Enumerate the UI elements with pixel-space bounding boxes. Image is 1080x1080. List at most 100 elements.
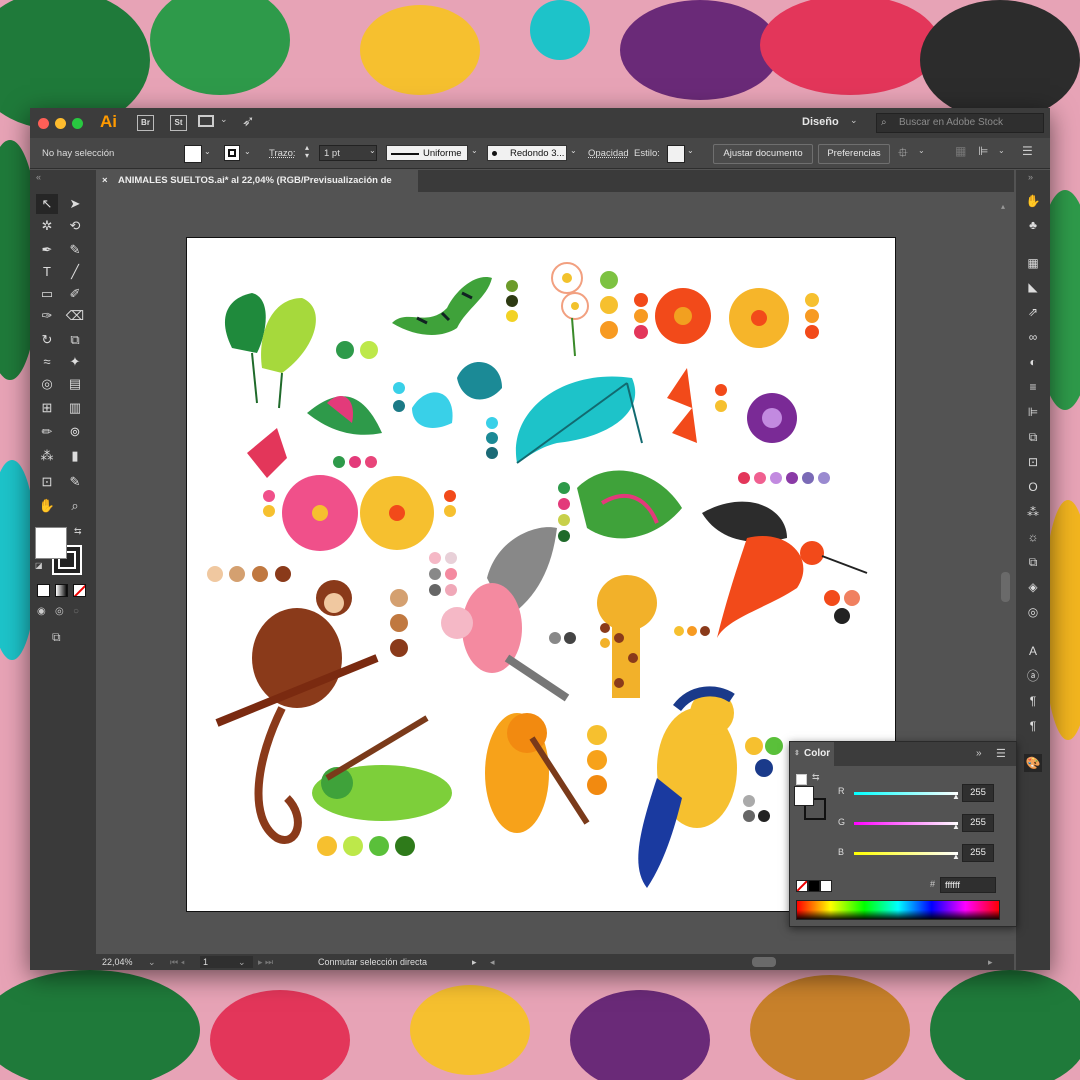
adjust-document-button[interactable]: Ajustar documento	[713, 144, 813, 164]
magic-wand-icon[interactable]: ✲	[36, 216, 58, 236]
stroke-swatch[interactable]	[224, 145, 240, 161]
scale-icon[interactable]: ⧉	[64, 330, 86, 350]
expand-panels-icon[interactable]: »	[1028, 172, 1033, 182]
paragraph-styles-icon[interactable]: ¶	[1024, 717, 1042, 735]
maximize-window-button[interactable]	[72, 118, 83, 129]
zoom-icon[interactable]: ⌕	[64, 496, 86, 516]
export-icon[interactable]: ⇗	[1024, 303, 1042, 321]
rectangle-icon[interactable]: ▭	[36, 284, 58, 304]
stroke-panel-icon[interactable]: ≡	[1024, 378, 1042, 396]
align-icon[interactable]: ⊫	[1024, 403, 1042, 421]
column-graph-icon[interactable]: ▮	[64, 446, 86, 466]
paragraph-icon[interactable]: ¶	[1024, 692, 1042, 710]
preferences-button[interactable]: Preferencias	[818, 144, 890, 164]
fill-color-swatch[interactable]	[794, 786, 814, 806]
glyphs-icon[interactable]: ⓐ	[1024, 667, 1042, 685]
chevron-down-icon[interactable]: ⌄	[244, 147, 251, 156]
lasso-icon[interactable]: ⟲	[64, 216, 86, 236]
chevron-down-icon[interactable]: ⌄	[369, 146, 376, 155]
chevron-down-icon[interactable]: ⌄	[998, 146, 1005, 155]
hand-icon[interactable]: ✋	[36, 496, 58, 516]
last-artboard-icon[interactable]: ▸ ⏭	[258, 954, 273, 970]
swatches-icon[interactable]: ▦	[1024, 254, 1042, 272]
curvature-icon[interactable]: ✎	[64, 240, 86, 260]
fill-swatch[interactable]	[184, 145, 202, 163]
stroke-label[interactable]: Trazo:	[269, 148, 296, 159]
shape-builder-icon[interactable]: ◎	[36, 374, 58, 394]
gradient-mode-icon[interactable]	[55, 584, 68, 597]
direct-selection-icon[interactable]: ➤	[64, 194, 86, 214]
selection-icon[interactable]: ↖	[36, 194, 58, 214]
black-swatch[interactable]	[808, 880, 820, 892]
close-window-button[interactable]	[38, 118, 49, 129]
g-slider[interactable]	[854, 822, 958, 825]
mesh-icon[interactable]: ⊞	[36, 398, 58, 418]
character-icon[interactable]: A	[1024, 642, 1042, 660]
b-slider[interactable]	[854, 852, 958, 855]
status-menu-icon[interactable]: ▸	[472, 954, 477, 970]
eraser-icon[interactable]: ⌫	[64, 306, 86, 326]
draw-inside-icon[interactable]: ○	[73, 606, 79, 617]
screen-mode-icon[interactable]: ⧉	[52, 630, 61, 645]
scroll-right-icon[interactable]: ▸	[988, 954, 993, 970]
align-icon[interactable]: ▦	[955, 144, 966, 158]
brush-dropdown[interactable]: Redondo 3...	[487, 145, 567, 161]
scroll-up-icon[interactable]: ▴	[1001, 202, 1005, 211]
stock-icon[interactable]: St	[170, 115, 187, 131]
collapse-icon[interactable]: «	[36, 172, 41, 182]
gradient-panel-icon[interactable]: ◣	[1024, 278, 1042, 296]
first-artboard-icon[interactable]: ⏮ ◂	[170, 954, 185, 970]
default-colors-icon[interactable]: ◪	[35, 561, 43, 570]
swap-colors-icon[interactable]: ⇆	[812, 772, 820, 783]
g-value-field[interactable]: 255	[962, 814, 994, 832]
symbol-sprayer-icon[interactable]: ⁂	[36, 446, 58, 466]
blend-icon[interactable]: ⊚	[64, 422, 86, 442]
width-icon[interactable]: ≈	[36, 352, 58, 372]
chevron-down-icon[interactable]: ⌄	[687, 146, 694, 155]
chevron-down-icon[interactable]: ⌄	[220, 114, 228, 125]
links-icon[interactable]: ∞	[1024, 328, 1042, 346]
close-tab-icon[interactable]: ×	[102, 170, 108, 192]
arrange-documents-icon[interactable]	[198, 115, 214, 127]
opacity-label[interactable]: Opacidad	[588, 148, 629, 159]
panel-menu-icon[interactable]: ☰	[1022, 144, 1033, 158]
chevron-down-icon[interactable]: ⌄	[850, 115, 858, 126]
appearance-icon[interactable]: ☼	[1024, 528, 1042, 546]
transform-icon[interactable]: ⊡	[1024, 453, 1042, 471]
color-spectrum[interactable]	[796, 900, 1000, 920]
perspective-icon[interactable]: ▤	[64, 374, 86, 394]
hex-field[interactable]: ffffff	[940, 877, 996, 893]
fill-color-box[interactable]	[35, 527, 67, 559]
workspace-switcher[interactable]: Diseño	[802, 116, 839, 128]
puppet-warp-icon[interactable]: ✦	[64, 352, 86, 372]
swap-colors-icon[interactable]: ⇆	[74, 526, 82, 537]
collapse-panel-icon[interactable]: »	[976, 748, 982, 759]
align-left-icon[interactable]: ⊫	[978, 144, 988, 158]
slice-icon[interactable]: ✎	[64, 472, 86, 492]
eyedropper-icon[interactable]: ✏	[36, 422, 58, 442]
minimize-window-button[interactable]	[55, 118, 66, 129]
symbols-icon[interactable]: ⁂	[1024, 503, 1042, 521]
document-tab[interactable]: × ANIMALES SUELTOS.ai* al 22,04% (RGB/Pr…	[96, 170, 418, 208]
brush-icon[interactable]: ✐	[64, 284, 86, 304]
chevron-down-icon[interactable]: ⌄	[570, 146, 577, 155]
r-slider-handle[interactable]: ▲	[952, 792, 960, 801]
color-guide-icon[interactable]: 🎨	[1024, 754, 1042, 772]
transparency-icon[interactable]: ◐	[1024, 353, 1042, 371]
pathfinder-icon[interactable]: ⧉	[1024, 428, 1042, 446]
chevron-down-icon[interactable]: ⌄	[238, 954, 246, 970]
horizontal-scrollbar[interactable]	[752, 957, 776, 967]
b-slider-handle[interactable]: ▲	[952, 852, 960, 861]
panel-menu-icon[interactable]: ☰	[996, 747, 1006, 760]
arrange-icon[interactable]: ⧉	[1024, 553, 1042, 571]
vertical-scrollbar[interactable]	[1001, 572, 1010, 602]
chevron-down-icon[interactable]: ⌄	[148, 954, 156, 970]
opentype-icon[interactable]: O	[1024, 478, 1042, 496]
default-colors-icon[interactable]	[796, 774, 807, 785]
draw-behind-icon[interactable]: ◎	[55, 606, 64, 617]
stroke-profile-dropdown[interactable]: Uniforme	[386, 145, 468, 161]
graphic-styles-icon[interactable]: ◎	[1024, 603, 1042, 621]
artboard-icon[interactable]: ⊡	[36, 472, 58, 492]
gradient-icon[interactable]: ▥	[64, 398, 86, 418]
none-swatch[interactable]	[796, 880, 808, 892]
